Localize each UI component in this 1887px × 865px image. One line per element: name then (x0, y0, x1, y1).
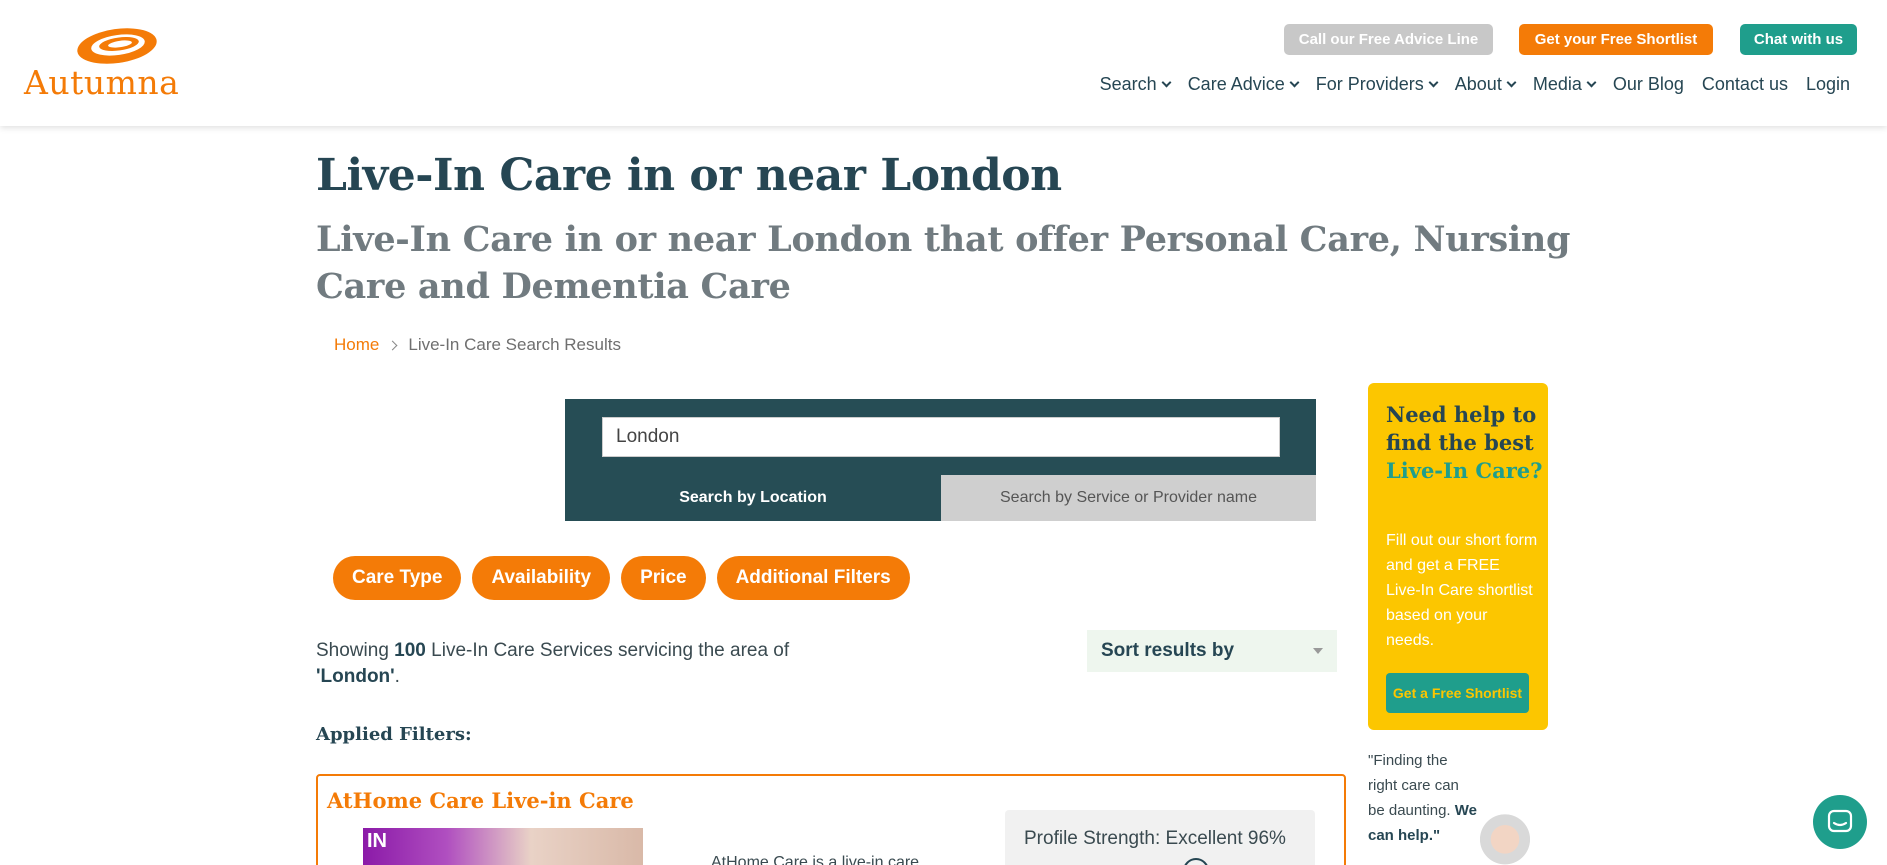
tab-search-by-service[interactable]: Search by Service or Provider name (941, 475, 1316, 521)
chevron-down-icon (1506, 77, 1517, 88)
nav-search[interactable]: Search (1099, 74, 1172, 95)
summary-suffix: . (394, 666, 400, 687)
filter-pills: Care Type Availability Price Additional … (333, 556, 921, 600)
chevron-down-icon (1428, 77, 1439, 88)
result-card-title[interactable]: AtHome Care Live-in Care (327, 788, 634, 813)
nav-label: Contact us (1701, 74, 1788, 94)
sort-select[interactable]: Sort results by (1087, 630, 1337, 672)
nav-for-providers[interactable]: For Providers (1315, 74, 1439, 95)
quote-text: "Finding the right care can be daunting. (1368, 752, 1459, 819)
breadcrumb: Home Live-In Care Search Results (334, 335, 621, 355)
chat-icon (1827, 809, 1853, 833)
filter-availability-button[interactable]: Availability (472, 556, 611, 600)
free-shortlist-button[interactable]: Get your Free Shortlist (1519, 24, 1713, 55)
logo-wordmark: Autumna (24, 63, 180, 102)
nav-contact-us[interactable]: Contact us (1702, 74, 1788, 95)
nav-label: About (1454, 74, 1502, 94)
chat-widget-button[interactable] (1813, 795, 1867, 849)
nav-label: For Providers (1315, 74, 1424, 94)
nav-label: Search (1099, 74, 1157, 94)
result-card-description: AtHome Care is a live-in care (711, 854, 920, 865)
caret-down-icon (1313, 648, 1323, 654)
chevron-down-icon (1586, 77, 1597, 88)
nav-about[interactable]: About (1454, 74, 1517, 95)
profile-strength-label: Profile Strength: Excellent 96% (1024, 828, 1286, 849)
applied-filters-heading: Applied Filters: (316, 724, 472, 745)
summary-prefix: Showing (316, 640, 389, 661)
page-subtitle: Live-In Care in or near London that offe… (316, 219, 1571, 307)
chevron-down-icon (1289, 77, 1300, 88)
nav-label: Media (1532, 74, 1582, 94)
promo-title-main: Need help to find the best (1386, 402, 1537, 455)
page-title: Live-In Care in or near London (316, 150, 1062, 201)
results-summary: Showing 100 Live-In Care Services servic… (316, 638, 876, 690)
site-header: Autumna Call our Free Advice Line Get yo… (0, 0, 1887, 126)
results-area: 'London' (316, 666, 395, 687)
free-advice-line-button[interactable]: Call our Free Advice Line (1284, 24, 1493, 55)
filter-additional-button[interactable]: Additional Filters (716, 556, 910, 600)
promo-title: Need help to find the best Live-In Care? (1386, 401, 1546, 485)
promo-body: Fill out our short form and get a FREE L… (1386, 532, 1538, 649)
breadcrumb-home-link[interactable]: Home (334, 335, 379, 355)
nav-label: Login (1805, 74, 1850, 94)
shortlist-promo: Need help to find the best Live-In Care?… (1368, 383, 1548, 730)
filter-care-type-button[interactable]: Care Type (333, 556, 462, 600)
chevron-right-icon (387, 340, 398, 350)
breadcrumb-current: Live-In Care Search Results (408, 335, 621, 354)
nav-login[interactable]: Login (1806, 74, 1850, 95)
location-search-input[interactable]: London (602, 417, 1280, 457)
sort-label: Sort results by (1101, 640, 1235, 661)
free-shortlist-promo-button[interactable]: Get a Free Shortlist (1386, 673, 1529, 713)
main-nav: Search Care Advice For Providers About M… (1082, 74, 1850, 95)
result-card-image[interactable]: IN (363, 828, 643, 865)
nav-our-blog[interactable]: Our Blog (1613, 74, 1684, 95)
chat-with-us-button[interactable]: Chat with us (1740, 24, 1857, 55)
summary-middle: Live-In Care Services servicing the area… (431, 640, 790, 661)
strength-dial-icon (1183, 858, 1209, 865)
filter-price-button[interactable]: Price (621, 556, 706, 600)
promo-title-highlight: Live-In Care? (1386, 458, 1543, 483)
logo-swirl-icon (77, 28, 157, 64)
profile-strength-box: Profile Strength: Excellent 96% (1005, 810, 1315, 865)
nav-label: Care Advice (1187, 74, 1285, 94)
nav-media[interactable]: Media (1532, 74, 1597, 95)
autumna-logo[interactable]: Autumna (24, 26, 184, 102)
result-card[interactable]: AtHome Care Live-in Care IN AtHome Care … (316, 774, 1346, 865)
tab-search-by-location[interactable]: Search by Location (565, 475, 941, 521)
help-quote: "Finding the right care can be daunting.… (1368, 748, 1478, 848)
card-image-text: IN (367, 830, 387, 852)
nav-care-advice[interactable]: Care Advice (1187, 74, 1300, 95)
advisor-avatar (1478, 808, 1532, 865)
nav-label: Our Blog (1612, 74, 1684, 94)
search-panel: London Search by Location Search by Serv… (565, 399, 1316, 521)
results-count: 100 (394, 640, 426, 661)
chevron-down-icon (1161, 77, 1172, 88)
